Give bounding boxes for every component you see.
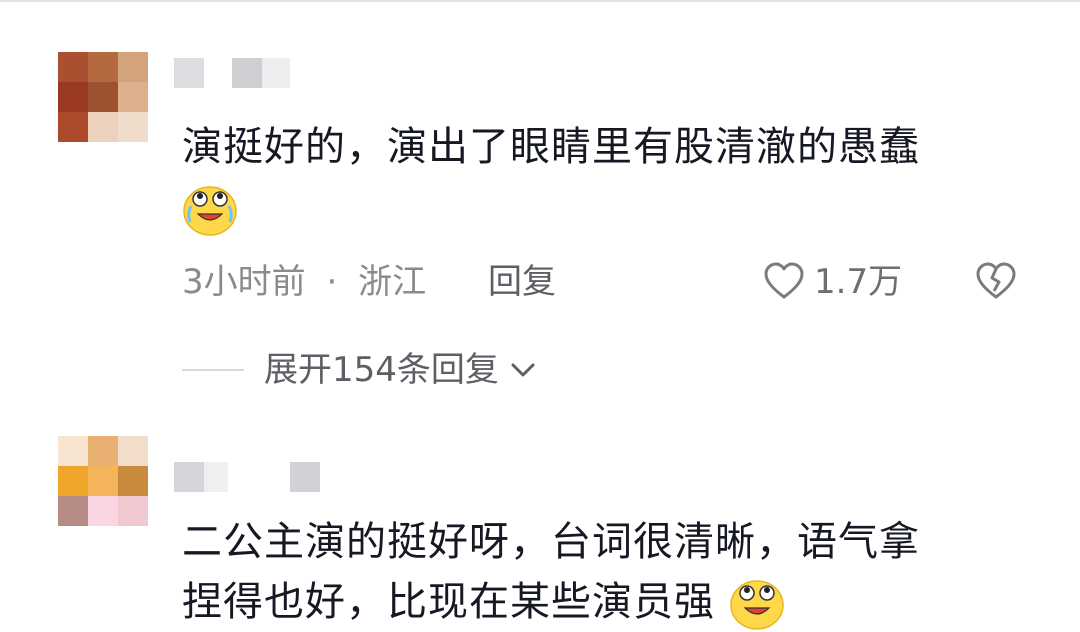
chevron-down-icon bbox=[511, 363, 535, 377]
broken-heart-icon[interactable] bbox=[974, 260, 1018, 304]
comment-text-line: 二公主演的挺好呀，台词很清晰，语气拿 bbox=[182, 519, 920, 565]
username-redacted[interactable] bbox=[174, 462, 320, 492]
comment-location: 浙江 bbox=[358, 262, 427, 302]
comment-time-location: 3小时前 · 浙江 bbox=[182, 260, 426, 304]
top-divider bbox=[0, 0, 1080, 2]
expand-divider bbox=[182, 369, 244, 371]
crying-laughing-face-icon bbox=[183, 186, 237, 236]
avatar[interactable] bbox=[58, 52, 148, 142]
comment-text: 捏得也好，比现在某些演员强 bbox=[182, 572, 785, 632]
reply-button[interactable]: 回复 bbox=[488, 260, 556, 304]
expand-replies-button[interactable]: 展开154条回复 bbox=[182, 348, 541, 392]
comment-text-emoji-line bbox=[182, 178, 238, 238]
comment-meta: 3小时前 · 浙江 回复 1.7万 bbox=[182, 260, 1032, 304]
avatar[interactable] bbox=[58, 436, 148, 526]
comment-text-line: 捏得也好，比现在某些演员强 bbox=[182, 579, 715, 625]
like-button[interactable]: 1.7万 bbox=[762, 260, 902, 304]
expand-replies-label: 展开154条回复 bbox=[264, 350, 499, 390]
comment-text-line: 演挺好的，演出了眼睛里有股清澈的愚蠢 bbox=[182, 124, 920, 170]
crying-laughing-face-icon bbox=[729, 580, 784, 630]
comment-text: 演挺好的，演出了眼睛里有股清澈的愚蠢 bbox=[182, 117, 920, 177]
comment-time: 3小时前 bbox=[182, 262, 306, 302]
heart-icon bbox=[764, 262, 804, 299]
username-redacted[interactable] bbox=[174, 58, 290, 88]
comment-text: 二公主演的挺好呀，台词很清晰，语气拿 bbox=[182, 512, 920, 572]
like-count: 1.7万 bbox=[814, 262, 903, 302]
meta-separator: · bbox=[326, 262, 338, 302]
